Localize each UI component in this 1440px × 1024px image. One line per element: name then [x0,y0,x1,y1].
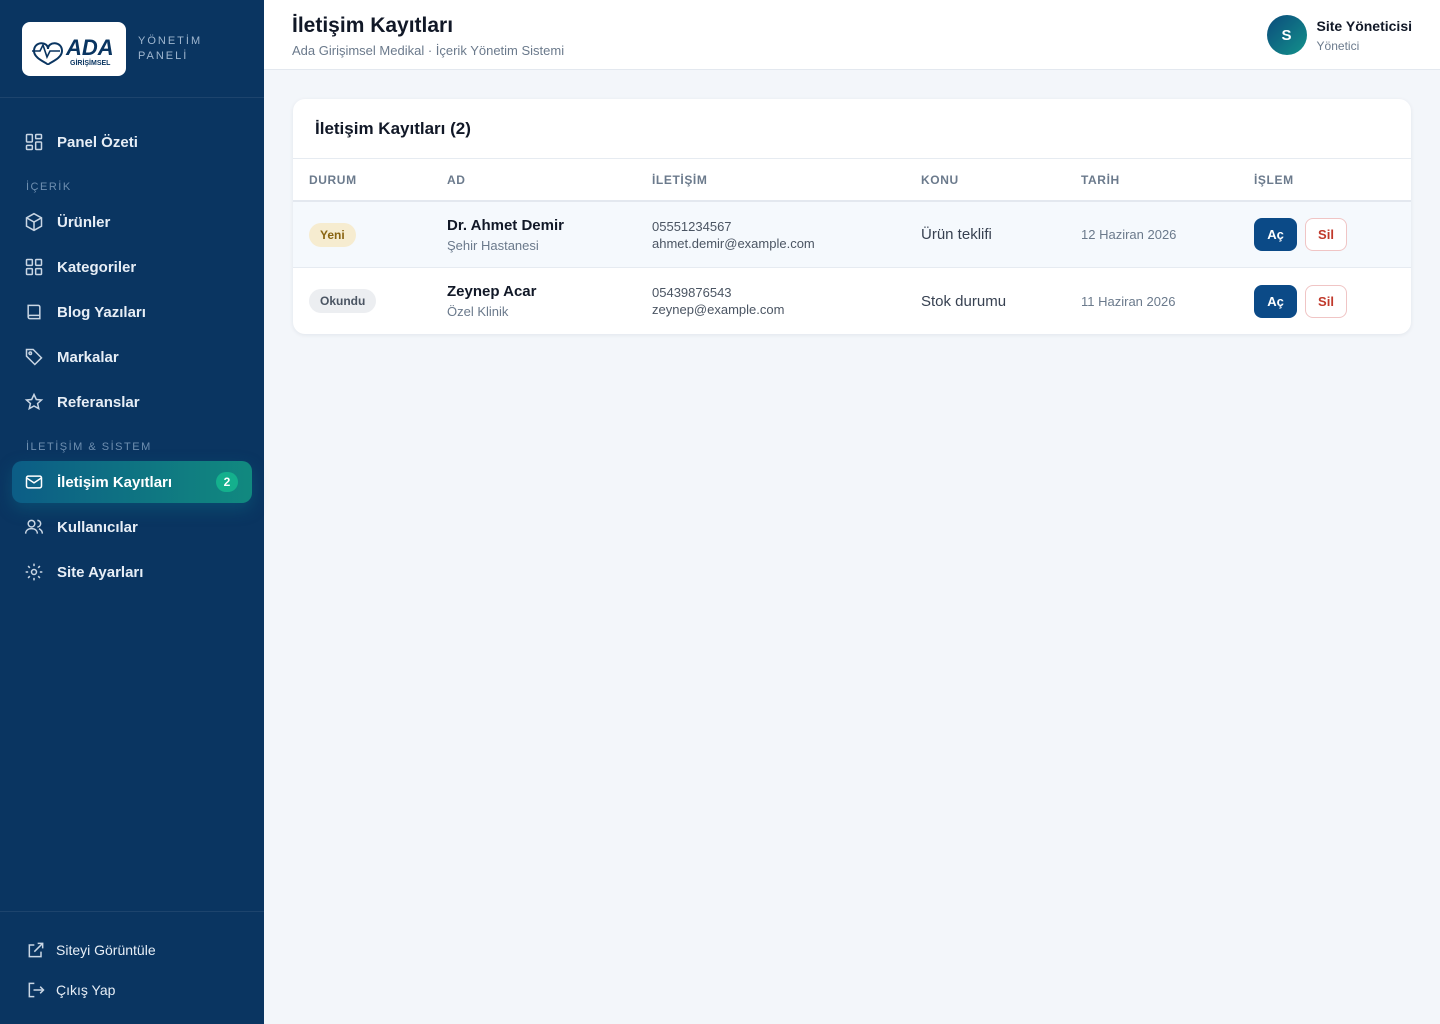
contact-name: Dr. Ahmet Demir [447,216,564,234]
sidebar-item-label: Site Ayarları [57,563,144,581]
logout-button[interactable]: Çıkış Yap [0,970,264,1010]
contact-cell: 05439876543 zeynep@example.com [652,285,921,317]
sidebar: ADA GİRİŞİMSEL YÖNETİM PANELİ Panel Özet… [0,0,264,1024]
open-button[interactable]: Aç [1254,284,1297,318]
column-header-contact: İLETİŞİM [652,172,708,187]
contact-cell: 05551234567 ahmet.demir@example.com [652,219,921,251]
name-cell: Dr. Ahmet Demir Şehir Hastanesi [447,217,652,253]
status-cell: Okundu [293,289,447,313]
sidebar-item-label: Panel Özeti [57,133,138,151]
sidebar-item-label: Markalar [57,348,119,366]
contact-phone: 05551234567 [652,218,732,234]
status-badge: Yeni [309,222,356,247]
column-header-date: TARİH [1081,172,1120,187]
sidebar-nav: Panel Özeti İÇERİK Ürünler Kategoriler B… [0,98,264,593]
sidebar-footer: Siteyi Görüntüle Çıkış Yap [0,911,264,1024]
card-title: İletişim Kayıtları (2) [293,99,1411,159]
contact-phone: 05439876543 [652,285,732,300]
svg-text:GİRİŞİMSEL: GİRİŞİMSEL [70,59,111,67]
sidebar-item-panel-ozeti[interactable]: Panel Özeti [12,121,252,163]
sidebar-item-label: Ürünler [57,213,111,231]
contact-email: ahmet.demir@example.com [652,235,815,251]
sidebar-item-label: Referanslar [57,393,140,411]
sidebar-item-kullanicilar[interactable]: Kullanıcılar [12,506,252,548]
brand: ADA GİRİŞİMSEL YÖNETİM PANELİ [0,0,264,98]
brand-panel-label: YÖNETİM PANELİ [138,34,202,64]
view-site-label: Siteyi Görüntüle [56,942,156,958]
brand-logo[interactable]: ADA GİRİŞİMSEL [22,21,126,76]
section-label-system: İLETİŞİM & SİSTEM [26,441,152,453]
user-role: Yönetici [1316,38,1360,53]
name-cell: Zeynep Acar Özel Klinik [447,283,652,319]
box-icon [25,212,43,232]
sidebar-item-iletisim-kayitlari[interactable]: İletişim Kayıtları 2 [12,461,252,503]
brand-line1: YÖNETİM [138,34,203,47]
column-header-action: İŞLEM [1254,172,1294,187]
page-subtitle: Ada Girişimsel Medikal · İçerik Yönetim … [292,43,565,58]
svg-text:ADA: ADA [65,35,114,60]
users-icon [24,519,44,534]
avatar: S [1266,15,1307,55]
table-row[interactable]: Yeni Dr. Ahmet Demir Şehir Hastanesi 055… [293,202,1411,268]
logo-icon: ADA GİRİŞİMSEL [32,35,114,67]
contact-org: Özel Klinik [447,304,509,319]
delete-button[interactable]: Sil [1305,218,1347,251]
section-label-content: İÇERİK [26,181,72,193]
table-row[interactable]: Okundu Zeynep Acar Özel Klinik 054398765… [293,268,1411,334]
logout-label: Çıkış Yap [56,982,116,998]
status-cell: Yeni [293,222,447,247]
contact-date: 11 Haziran 2026 [1081,293,1176,309]
contact-date: 12 Haziran 2026 [1081,227,1177,242]
action-cell: Aç Sil [1254,218,1411,251]
tag-icon [25,348,43,366]
sidebar-item-label: Kullanıcılar [57,518,138,536]
logout-icon [28,982,45,998]
dashboard-icon [25,133,43,151]
contact-org: Şehir Hastanesi [447,237,539,253]
brand-line2: PANELİ [138,49,189,62]
star-icon [24,392,44,411]
sidebar-item-label: İletişim Kayıtları [57,473,173,491]
delete-button[interactable]: Sil [1305,284,1347,318]
user-info: Site Yöneticisi Yönetici [1317,18,1412,53]
contact-name: Zeynep Acar [447,283,537,300]
unread-count-badge: 2 [216,472,238,492]
column-header-status: DURUM [309,172,357,187]
column-header-name: AD [447,172,466,187]
grid-icon [25,258,43,276]
book-icon [27,304,41,320]
open-button[interactable]: Aç [1254,218,1297,251]
sidebar-item-referanslar[interactable]: Referanslar [12,381,252,423]
mail-icon [25,475,43,489]
sidebar-item-blog-yazilari[interactable]: Blog Yazıları [12,291,252,333]
user-name: Site Yöneticisi [1316,17,1412,34]
sidebar-item-site-ayarlari[interactable]: Site Ayarları [12,551,252,593]
status-badge: Okundu [309,289,377,313]
contact-subject: Stok durumu [921,292,1007,310]
gear-icon [25,563,43,581]
contact-email: zeynep@example.com [652,302,785,317]
page-title: İletişim Kayıtları [292,14,454,37]
user-menu[interactable]: S Site Yöneticisi Yönetici [1266,15,1412,55]
contact-subject: Ürün teklifi [921,226,992,243]
contacts-card: İletişim Kayıtları (2) DURUM AD İLETİŞİM… [293,99,1411,334]
sidebar-item-urunler[interactable]: Ürünler [12,201,252,243]
view-site-link[interactable]: Siteyi Görüntüle [0,930,264,970]
sidebar-item-kategoriler[interactable]: Kategoriler [12,246,252,288]
sidebar-item-label: Kategoriler [57,258,137,276]
sidebar-item-markalar[interactable]: Markalar [12,336,252,378]
sidebar-item-label: Blog Yazıları [57,303,146,321]
table-header: DURUM AD İLETİŞİM KONU TARİH İŞLEM [293,159,1411,202]
action-cell: Aç Sil [1254,284,1411,318]
external-link-icon [28,942,44,958]
top-header: İletişim Kayıtları Ada Girişimsel Medika… [264,0,1440,70]
column-header-subject: KONU [921,172,959,187]
